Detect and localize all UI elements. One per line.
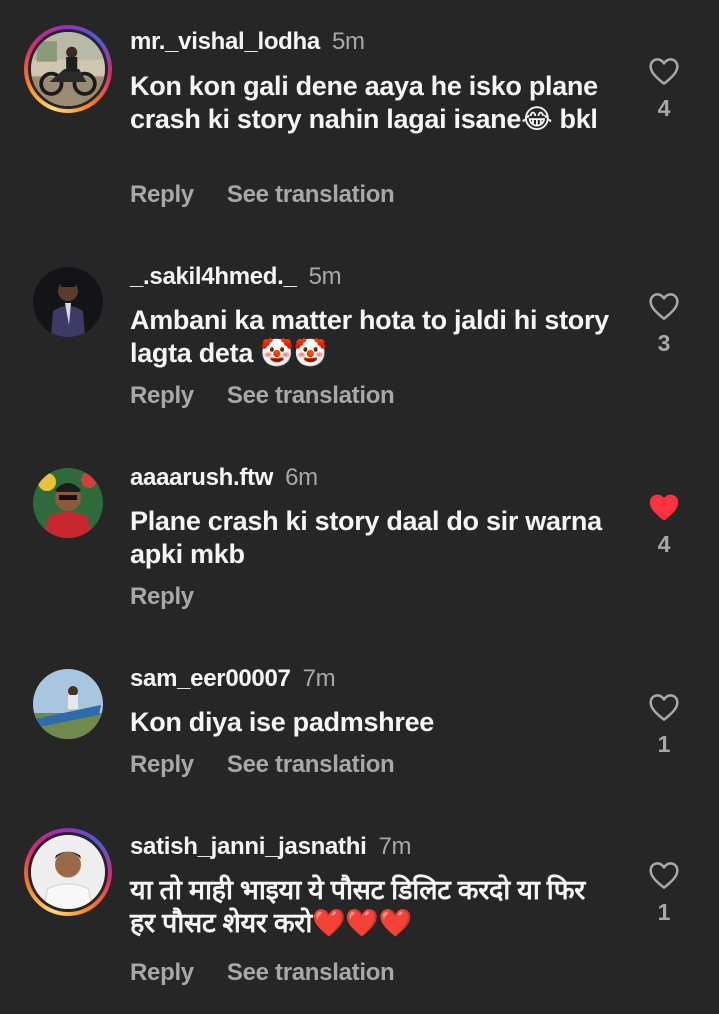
comment-text: Kon kon gali dene aaya he isko plane cra… — [130, 71, 598, 134]
colorful-person-avatar — [33, 468, 103, 538]
motorcycle-photo-avatar — [28, 29, 108, 109]
comment-timestamp: 5m — [308, 263, 342, 290]
comment-text: Plane crash ki story daal do sir warna a… — [130, 506, 602, 569]
comment-username[interactable]: aaaarush.ftw — [130, 464, 273, 491]
like-count: 1 — [657, 899, 671, 925]
avatar-container[interactable] — [24, 459, 112, 547]
comment-username[interactable]: satish_janni_jasnathi — [130, 833, 367, 860]
reply-button[interactable]: Reply — [130, 382, 194, 409]
heart-outline-icon — [649, 293, 679, 320]
reply-button[interactable]: Reply — [130, 751, 194, 778]
comment-text: Ambani ka matter hota to jaldi hi story … — [130, 305, 609, 368]
heart-outline-icon — [649, 694, 679, 721]
avatar-container[interactable] — [24, 660, 112, 748]
reply-button[interactable]: Reply — [130, 583, 194, 610]
person-suit-avatar — [33, 267, 103, 337]
avatar-container[interactable] — [24, 258, 112, 346]
comment-text: Kon diya ise padmshree — [130, 707, 435, 737]
comment-text: या तो माही भाइया ये पौसट डिलिट करदो या फ… — [130, 875, 586, 938]
comment-username[interactable]: _.sakil4hmed._ — [130, 263, 297, 290]
comment-username[interactable]: sam_eer00007 — [130, 665, 291, 692]
heart-outline-icon — [649, 58, 679, 85]
comment-timestamp: 7m — [302, 665, 336, 692]
like-count: 4 — [657, 95, 671, 121]
heart-outline-icon — [649, 862, 679, 889]
comment-timestamp: 7m — [378, 833, 412, 860]
like-count: 3 — [657, 330, 671, 356]
see-translation-button[interactable]: See translation — [227, 382, 395, 409]
like-button[interactable]: 1 — [645, 692, 683, 758]
see-translation-button[interactable]: See translation — [227, 181, 395, 208]
see-translation-button[interactable]: See translation — [227, 751, 395, 778]
like-button[interactable]: 1 — [645, 860, 683, 926]
see-translation-button[interactable]: See translation — [227, 959, 395, 986]
comment-timestamp: 5m — [331, 28, 365, 55]
comment-timestamp: 6m — [285, 464, 318, 491]
boat-photo-avatar — [33, 669, 103, 739]
heart-filled-icon — [649, 494, 679, 521]
avatar-story-ring[interactable] — [24, 25, 112, 113]
man-portrait-avatar — [28, 832, 108, 912]
like-button[interactable]: 4 — [645, 492, 683, 558]
comment-username[interactable]: mr._vishal_lodha — [130, 28, 320, 55]
like-button[interactable]: 3 — [645, 291, 683, 357]
like-button[interactable]: 4 — [645, 56, 683, 122]
avatar-story-ring[interactable] — [24, 828, 112, 916]
like-count: 4 — [657, 531, 671, 557]
reply-button[interactable]: Reply — [130, 181, 194, 208]
reply-button[interactable]: Reply — [130, 959, 194, 986]
like-count: 1 — [657, 731, 671, 757]
